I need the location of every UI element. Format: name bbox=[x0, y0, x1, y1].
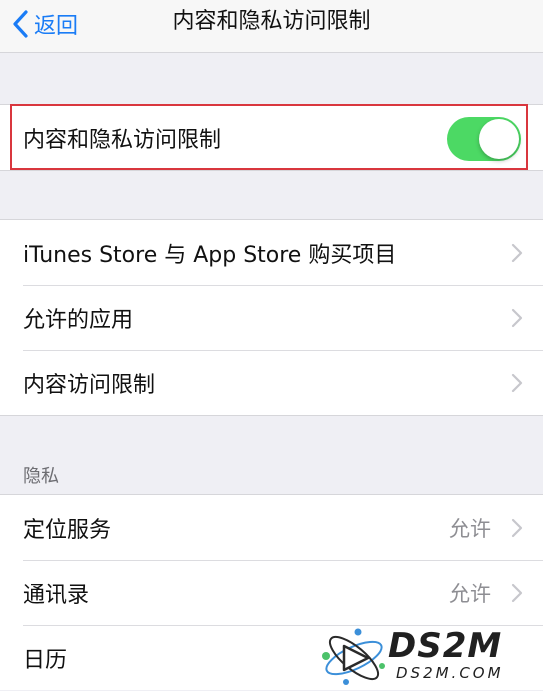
main-toggle-group: 内容和隐私访问限制 bbox=[0, 104, 543, 171]
watermark: DS2M DS2M.COM bbox=[318, 626, 536, 688]
list-item-value: 允许 bbox=[449, 516, 491, 541]
chevron-right-icon bbox=[511, 583, 523, 602]
list-item-content-restrictions[interactable]: 内容访问限制 bbox=[0, 350, 543, 415]
list-item-allowed-apps[interactable]: 允许的应用 bbox=[0, 285, 543, 350]
watermark-brand: DS2M bbox=[388, 626, 503, 666]
list-item-label: iTunes Store 与 App Store 购买项目 bbox=[23, 242, 397, 268]
list-item-label: 通讯录 bbox=[23, 582, 90, 608]
list-item-location-services[interactable]: 定位服务 允许 bbox=[0, 495, 543, 560]
chevron-right-icon bbox=[511, 518, 523, 537]
list-item-value: 允许 bbox=[449, 581, 491, 606]
toggle-knob bbox=[479, 118, 519, 159]
restrictions-group: iTunes Store 与 App Store 购买项目 允许的应用 内容访问… bbox=[0, 219, 543, 416]
list-item-label: 允许的应用 bbox=[23, 307, 134, 333]
list-item-label: 日历 bbox=[23, 647, 68, 673]
navigation-bar: 返回 内容和隐私访问限制 bbox=[0, 0, 543, 53]
privacy-section-header: 隐私 bbox=[23, 466, 59, 487]
content-privacy-restrictions-label: 内容和隐私访问限制 bbox=[23, 127, 222, 153]
watermark-domain: DS2M.COM bbox=[396, 664, 504, 682]
page-title: 内容和隐私访问限制 bbox=[172, 9, 371, 34]
list-item-contacts[interactable]: 通讯录 允许 bbox=[0, 560, 543, 625]
ds2m-logo-icon bbox=[322, 628, 385, 685]
list-item-label: 内容访问限制 bbox=[23, 372, 156, 398]
content-privacy-restrictions-toggle[interactable] bbox=[447, 116, 521, 161]
content-privacy-restrictions-row: 内容和隐私访问限制 bbox=[0, 105, 543, 170]
chevron-right-icon bbox=[511, 373, 523, 392]
chevron-right-icon bbox=[511, 243, 523, 262]
chevron-right-icon bbox=[511, 308, 523, 327]
list-item-itunes-app-store-purchases[interactable]: iTunes Store 与 App Store 购买项目 bbox=[0, 220, 543, 285]
list-item-label: 定位服务 bbox=[23, 517, 112, 543]
